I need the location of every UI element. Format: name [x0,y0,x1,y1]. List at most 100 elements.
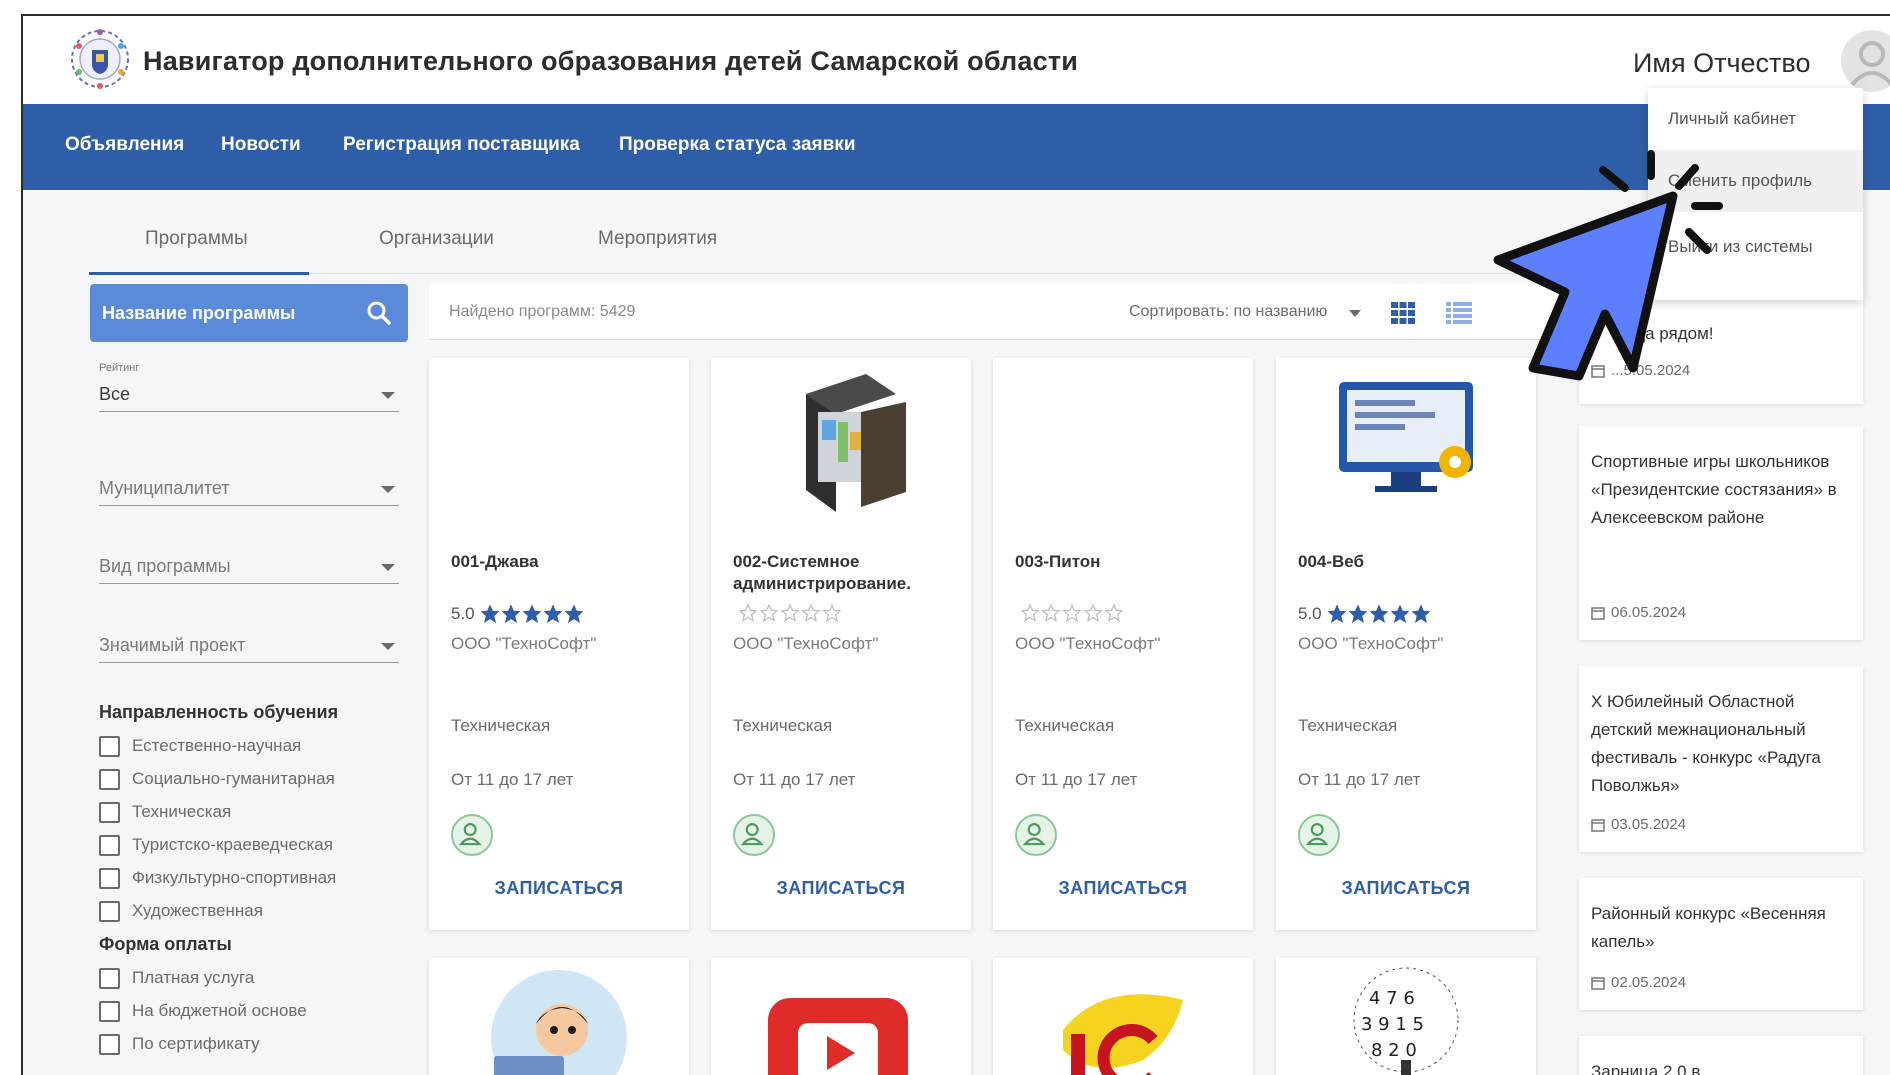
user-name[interactable]: Имя Отчество [1633,48,1810,79]
news-item[interactable]: Спортивные игры школьников «Президентски… [1579,426,1863,640]
star-empty-icon [1105,604,1123,622]
enroll-button[interactable]: ЗАПИСАТЬСЯ [1276,878,1536,899]
chevron-down-icon [381,392,395,399]
monitor-gear-icon [1339,382,1473,492]
municipality-select[interactable]: Муниципалитет [99,464,399,506]
menu-item-logout[interactable]: Выйти из системы [1648,216,1863,278]
program-kind: Техническая [733,716,833,735]
program-card[interactable]: 001-Джава 5.0 ООО "ТехноСофт" Техническа… [429,358,689,930]
program-card[interactable]: 4 7 6 3 9 1 5 8 2 0 [1276,958,1536,1075]
star-filled-icon [1390,605,1409,623]
direction-filter-title: Направленность обучения [99,702,339,722]
news-item[interactable]: ...да рядом! ...5.05.2024 [1579,300,1863,404]
news-item[interactable]: Районный конкурс «Весенняя капель» 02.05… [1579,878,1863,1010]
program-card[interactable]: 002-Системное администрирование. ООО "Те… [711,358,971,930]
user-avatar-icon [1849,41,1890,88]
program-card[interactable] [993,958,1253,1075]
program-card[interactable] [429,958,689,1075]
menu-item-switch-profile[interactable]: Сменить профиль [1648,150,1863,212]
news-date: 02.05.2024 [1591,974,1686,991]
number-tree-icon: 4 7 6 3 9 1 5 8 2 0 [1353,967,1459,1075]
news-date: 03.05.2024 [1591,816,1686,833]
nav-provider-registration[interactable]: Регистрация поставщика [343,134,580,156]
list-view-icon[interactable] [1446,302,1472,324]
news-title[interactable]: Х Юбилейный Областной детский межнациона… [1591,688,1855,800]
news-date-text: 02.05.2024 [1611,974,1687,991]
checkbox[interactable] [99,736,120,757]
checkbox[interactable] [99,1034,120,1055]
star-empty-icon [1042,604,1060,622]
star-filled-icon [543,605,562,623]
program-search-input[interactable]: Название программы [90,284,408,342]
program-age: От 11 до 17 лет [1015,770,1138,789]
program-organization: ООО "ТехноСофт" [1298,634,1444,653]
program-rating [1015,604,1123,622]
checkbox-label: Техническая [132,802,232,821]
checkbox-label: На бюджетной основе [132,1001,307,1020]
program-organization: ООО "ТехноСофт" [451,634,597,653]
checkbox[interactable] [99,901,120,922]
program-kind: Техническая [1015,716,1115,735]
program-title[interactable]: 002-Системное администрирование. [733,551,958,595]
program-type-select[interactable]: Вид программы [99,542,399,584]
checkbox-label: Социально-гуманитарная [132,769,335,788]
news-title[interactable]: Спортивные игры школьников «Президентски… [1591,448,1855,532]
program-title[interactable]: 003-Питон [1015,551,1240,573]
rating-select[interactable]: Рейтинг Все [99,362,399,412]
news-title[interactable]: Зарница 2.0 в [1591,1058,1855,1075]
rating-value: 5.0 [451,604,475,623]
significant-project-select[interactable]: Значимый проект [99,621,399,663]
news-title[interactable]: ...да рядом! [1621,320,1885,348]
svg-text:4 7 6: 4 7 6 [1369,988,1415,1009]
nav-application-status[interactable]: Проверка статуса заявки [619,134,856,156]
tab-programs[interactable]: Программы [145,228,248,250]
news-item[interactable]: Зарница 2.0 в [1579,1036,1863,1075]
star-empty-icon [1063,604,1081,622]
star-empty-icon [823,604,841,622]
menu-item-personal-account[interactable]: Личный кабинет [1648,88,1863,150]
tab-organizations[interactable]: Организации [379,228,494,250]
news-item[interactable]: Х Юбилейный Областной детский межнациона… [1579,666,1863,852]
chevron-down-icon [381,486,395,493]
program-age: От 11 до 17 лет [1298,770,1421,789]
program-title[interactable]: 001-Джава [451,551,676,573]
grid-view-icon[interactable] [1391,302,1415,324]
checkbox[interactable] [99,769,120,790]
news-date-text: 06.05.2024 [1611,604,1687,621]
avatar[interactable] [1841,30,1890,92]
chevron-down-icon [381,643,395,650]
program-card[interactable]: 003-Питон ООО "ТехноСофт" Техническая От… [993,358,1253,930]
tab-events[interactable]: Мероприятия [598,228,717,250]
search-icon[interactable] [366,300,392,326]
sort-select[interactable]: Сортировать: по названию [1129,303,1327,321]
emblem-logo-icon[interactable] [67,26,133,92]
rating-select-value: Все [99,384,131,404]
program-rating: 5.0 [1298,604,1430,624]
checkbox-label: Естественно-научная [132,736,302,755]
person-icon [1298,814,1340,856]
star-filled-icon [1348,605,1367,623]
rating-stars [1021,604,1123,622]
enroll-button[interactable]: ЗАПИСАТЬСЯ [993,878,1253,899]
enroll-button[interactable]: ЗАПИСАТЬСЯ [711,878,971,899]
checkbox[interactable] [99,1001,120,1022]
program-title[interactable]: 004-Веб [1298,551,1523,573]
program-kind: Техническая [1298,716,1398,735]
checkbox[interactable] [99,835,120,856]
person-icon [451,814,493,856]
news-title[interactable]: Районный конкурс «Весенняя капель» [1591,900,1855,956]
program-kind: Техническая [451,716,551,735]
municipality-select-placeholder: Муниципалитет [99,478,230,498]
program-card[interactable] [711,958,971,1075]
checkbox[interactable] [99,868,120,889]
checkbox[interactable] [99,802,120,823]
star-filled-icon [522,605,541,623]
enroll-button[interactable]: ЗАПИСАТЬСЯ [429,878,689,899]
rating-stars [480,605,583,623]
checkbox[interactable] [99,968,120,989]
news-date: 06.05.2024 [1591,604,1686,621]
checkbox-label: Физкультурно-спортивная [132,868,337,887]
nav-announcements[interactable]: Объявления [65,134,184,156]
program-card[interactable]: 004-Веб 5.0 ООО "ТехноСофт" Техническая … [1276,358,1536,930]
nav-news[interactable]: Новости [221,134,301,156]
